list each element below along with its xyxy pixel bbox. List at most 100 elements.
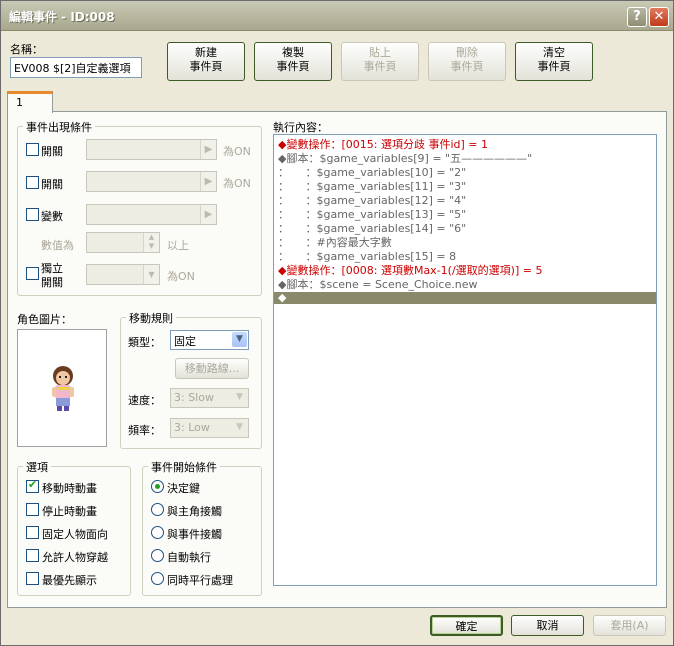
- command-line[interactable]: ◆腳本：$scene = Scene_Choice.new: [274, 278, 656, 292]
- command-line[interactable]: ： ：#內容最大字數: [274, 236, 656, 250]
- command-line[interactable]: ： ：$game_variables[11] = "3": [274, 180, 656, 194]
- clear-page-button[interactable]: 清空 事件頁: [515, 42, 593, 81]
- speed-select[interactable]: 3: Slow ▼: [170, 388, 249, 408]
- trigger-player-touch-label: 與主角接觸: [167, 505, 222, 518]
- clear-page-label-2: 事件頁: [537, 60, 571, 73]
- option-direction-fix-label: 固定人物面向: [42, 528, 108, 541]
- character-sprite-icon: [52, 366, 74, 411]
- self-switch-label-2: 開關: [41, 276, 63, 289]
- switch1-browse-icon: ▶: [200, 140, 216, 159]
- frequency-select[interactable]: 3: Low ▼: [170, 418, 249, 438]
- command-line[interactable]: ◆腳本：$game_variables[9] = "五——————": [274, 152, 656, 166]
- option-always-top-checkbox[interactable]: [26, 572, 39, 585]
- apply-button[interactable]: 套用(A): [593, 615, 666, 636]
- value-spinner: ▲ ▼: [86, 232, 160, 253]
- frequency-chevron-down-icon: ▼: [232, 420, 247, 435]
- close-button[interactable]: ✕: [649, 7, 669, 27]
- switch2-suffix: 為ON: [223, 177, 251, 190]
- window-title: 編輯事件 - ID:008: [9, 10, 115, 24]
- switch2-field: ▶: [86, 171, 217, 192]
- conditions-title: 事件出現條件: [23, 119, 95, 135]
- graphic-label: 角色圖片：: [17, 313, 72, 326]
- command-line[interactable]: ： ：$game_variables[14] = "6": [274, 222, 656, 236]
- switch2-checkbox[interactable]: [26, 176, 39, 189]
- trigger-autorun-label: 自動執行: [167, 551, 211, 564]
- trigger-parallel-label: 同時平行處理: [167, 574, 233, 587]
- help-button[interactable]: ?: [627, 7, 647, 27]
- frequency-value: 3: Low: [174, 421, 210, 434]
- option-always-top-label: 最優先顯示: [42, 574, 97, 587]
- cancel-button[interactable]: 取消: [511, 615, 584, 636]
- option-through-checkbox[interactable]: [26, 549, 39, 562]
- delete-page-label-1: 刪除: [456, 46, 478, 59]
- trigger-autorun-radio[interactable]: [151, 549, 164, 562]
- trigger-action-label: 決定鍵: [167, 482, 200, 495]
- value-spinner-arrows-icon: ▲ ▼: [143, 233, 159, 252]
- command-line[interactable]: ◆變數操作：[0015: 選項分歧 事件id] = 1: [274, 138, 656, 152]
- event-name-input[interactable]: EV008 $[2]自定義選項: [10, 57, 142, 78]
- switch1-suffix: 為ON: [223, 145, 251, 158]
- trigger-action-radio[interactable]: [151, 480, 164, 493]
- trigger-event-touch-radio[interactable]: [151, 526, 164, 539]
- value-label: 數值為: [41, 239, 74, 252]
- command-list[interactable]: ◆變數操作：[0015: 選項分歧 事件id] = 1 ◆腳本：$game_va…: [273, 134, 657, 586]
- self-switch-chevron-down-icon: ▼: [143, 265, 159, 284]
- copy-page-label-2: 事件頁: [276, 60, 310, 73]
- command-line[interactable]: ： ：$game_variables[15] = 8: [274, 250, 656, 264]
- new-page-label-1: 新建: [195, 46, 217, 59]
- character-graphic[interactable]: [17, 329, 107, 447]
- paste-page-button[interactable]: 貼上 事件頁: [341, 42, 419, 81]
- self-switch-select: ▼: [86, 264, 160, 285]
- tab-page-1[interactable]: 1: [7, 91, 53, 113]
- switch1-field: ▶: [86, 139, 217, 160]
- command-line[interactable]: ： ：$game_variables[13] = "5": [274, 208, 656, 222]
- contents-label: 執行內容：: [273, 121, 328, 134]
- trigger-player-touch-radio[interactable]: [151, 503, 164, 516]
- command-line[interactable]: ： ：$game_variables[12] = "4": [274, 194, 656, 208]
- value-suffix: 以上: [167, 239, 189, 252]
- option-walk-anim-label: 移動時動畫: [42, 482, 97, 495]
- title-bar: 編輯事件 - ID:008 ? ✕: [1, 1, 673, 31]
- move-route-button[interactable]: 移動路線...: [175, 358, 249, 379]
- move-type-select[interactable]: 固定 ▼: [170, 330, 249, 350]
- options-title: 選項: [23, 459, 51, 475]
- variable-browse-icon: ▶: [200, 205, 216, 224]
- trigger-parallel-radio[interactable]: [151, 572, 164, 585]
- switch2-label: 開關: [41, 178, 63, 191]
- trigger-event-touch-label: 與事件接觸: [167, 528, 222, 541]
- self-switch-suffix: 為ON: [167, 270, 195, 283]
- command-line-selected[interactable]: ◆: [274, 292, 656, 304]
- delete-page-button[interactable]: 刪除 事件頁: [428, 42, 506, 81]
- move-type-value: 固定: [174, 335, 196, 348]
- speed-label: 速度：: [128, 394, 161, 407]
- event-editor-window: 編輯事件 - ID:008 ? ✕ 名稱： EV008 $[2]自定義選項 新建…: [0, 0, 674, 646]
- speed-chevron-down-icon: ▼: [232, 390, 247, 405]
- option-through-label: 允許人物穿越: [42, 551, 108, 564]
- new-page-button[interactable]: 新建 事件頁: [167, 42, 245, 81]
- command-line[interactable]: ◆變數操作：[0008: 選項數Max-1(/選取的選項)] = 5: [274, 264, 656, 278]
- option-direction-fix-checkbox[interactable]: [26, 526, 39, 539]
- trigger-title: 事件開始條件: [148, 459, 220, 475]
- variable-checkbox[interactable]: [26, 208, 39, 221]
- command-line[interactable]: ： ：$game_variables[10] = "2": [274, 166, 656, 180]
- name-label: 名稱：: [10, 43, 43, 56]
- paste-page-label-2: 事件頁: [363, 60, 397, 73]
- option-step-anim-checkbox[interactable]: [26, 503, 39, 516]
- copy-page-label-1: 複製: [282, 46, 304, 59]
- move-type-chevron-down-icon: ▼: [232, 332, 247, 347]
- switch1-checkbox[interactable]: [26, 143, 39, 156]
- delete-page-label-2: 事件頁: [450, 60, 484, 73]
- ok-button[interactable]: 確定: [430, 615, 503, 636]
- frequency-label: 頻率：: [128, 424, 161, 437]
- option-step-anim-label: 停止時動畫: [42, 505, 97, 518]
- clear-page-label-1: 清空: [543, 46, 565, 59]
- option-walk-anim-checkbox[interactable]: [26, 478, 39, 493]
- self-switch-checkbox[interactable]: [26, 267, 39, 280]
- move-type-label: 類型：: [128, 336, 161, 349]
- speed-value: 3: Slow: [174, 391, 214, 404]
- copy-page-button[interactable]: 複製 事件頁: [254, 42, 332, 81]
- paste-page-label-1: 貼上: [369, 46, 391, 59]
- new-page-label-2: 事件頁: [189, 60, 223, 73]
- switch2-browse-icon: ▶: [200, 172, 216, 191]
- switch1-label: 開關: [41, 145, 63, 158]
